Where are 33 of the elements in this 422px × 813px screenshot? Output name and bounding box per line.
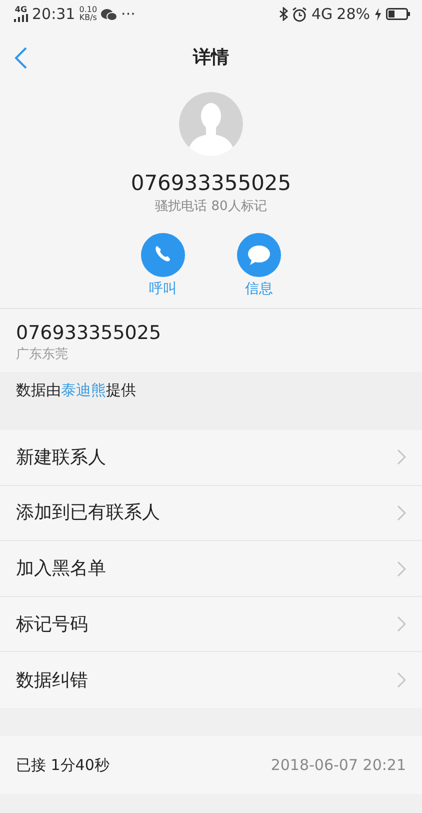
menu-item[interactable]: 新建联系人 xyxy=(0,430,422,486)
chevron-icon xyxy=(397,504,406,521)
page-title: 详情 xyxy=(193,46,229,70)
more-indicator: ··· xyxy=(121,4,136,25)
clock-time: 20:31 xyxy=(32,4,76,25)
charging-icon xyxy=(374,8,382,20)
phone-number: 076933355025 xyxy=(130,170,292,197)
chevron-icon xyxy=(397,616,406,632)
chevron-icon xyxy=(397,672,406,688)
chat-bubbles-icon xyxy=(101,8,118,20)
spam-tag: 骚扰电话 80人标记 xyxy=(155,197,267,217)
menu-item[interactable]: 标记号码 xyxy=(0,596,422,652)
menu-item[interactable]: 添加到已有联系人 xyxy=(0,486,422,542)
speed-unit: KB/s xyxy=(79,14,98,22)
signal-icon xyxy=(14,14,28,22)
data-source-note: 数据由泰迪熊提供 xyxy=(16,380,136,402)
menu-item[interactable]: 数据纠错 xyxy=(0,652,422,708)
battery-icon xyxy=(386,8,410,20)
back-button[interactable] xyxy=(14,45,28,70)
network-label: 4G xyxy=(14,6,28,14)
location-text: 广东东莞 xyxy=(16,346,69,364)
phone-number: 076933355025 xyxy=(16,322,162,345)
battery-percent: 28% xyxy=(336,4,370,25)
call-time: 2018-06-07 20:21 xyxy=(270,754,406,776)
menu-item[interactable]: 加入黑名单 xyxy=(0,541,422,597)
speed-value: 0.10 xyxy=(79,6,98,14)
avatar-icon xyxy=(179,92,243,156)
bluetooth-icon xyxy=(279,7,288,21)
alarm-icon xyxy=(292,6,308,22)
chevron-icon xyxy=(397,560,406,577)
call-summary: 已接 1分40秒 xyxy=(16,754,110,776)
chevron-icon xyxy=(397,449,406,466)
network-label: 4G xyxy=(311,4,333,25)
